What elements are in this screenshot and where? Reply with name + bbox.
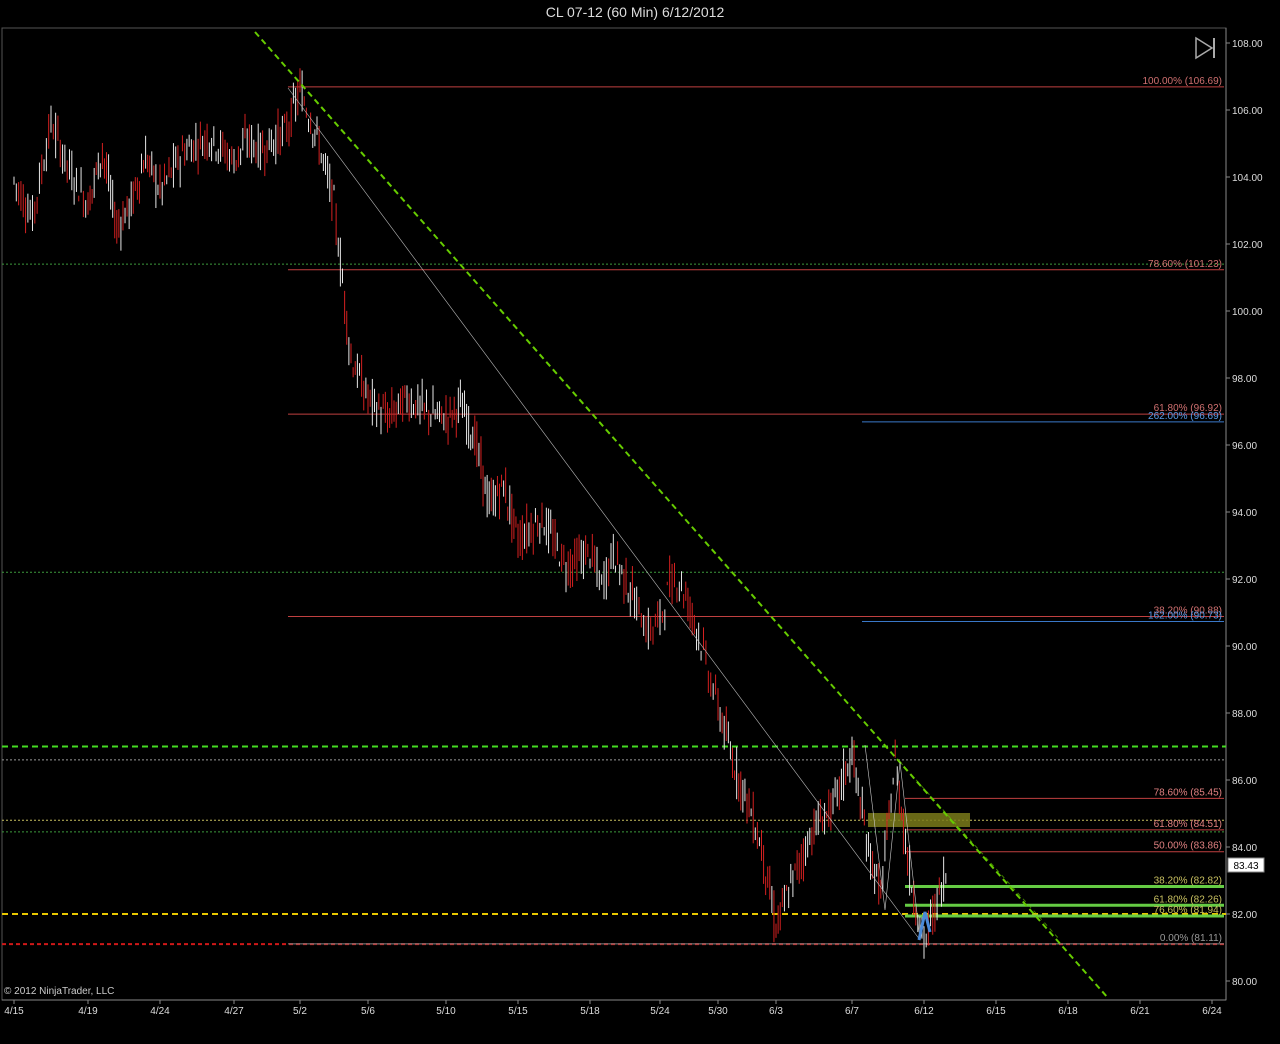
y-tick-label: 96.00 xyxy=(1232,441,1257,452)
fib-retracement-2-label: 61.80% (82.26) xyxy=(1154,894,1222,905)
x-tick-label: 5/15 xyxy=(508,1006,528,1017)
price-candles xyxy=(13,68,947,959)
y-tick-label: 108.00 xyxy=(1232,39,1263,50)
x-tick-label: 5/6 xyxy=(361,1006,375,1017)
y-tick-label: 80.00 xyxy=(1232,977,1257,988)
regression-line-thin xyxy=(287,87,921,941)
x-tick-label: 6/15 xyxy=(986,1006,1006,1017)
x-tick-label: 6/7 xyxy=(845,1006,859,1017)
fib-retracement-2-label: 0.00% (81.11) xyxy=(1160,933,1222,944)
downtrend-line-green xyxy=(254,31,1109,999)
x-tick-label: 6/12 xyxy=(914,1006,934,1017)
resistance-zone xyxy=(868,813,970,827)
fib-extension-label: 262.00% (96.69) xyxy=(1148,411,1222,422)
x-tick-label: 5/18 xyxy=(580,1006,600,1017)
x-tick-label: 4/24 xyxy=(150,1006,170,1017)
fib-retracement-2-label: 78.60% (85.45) xyxy=(1154,787,1222,798)
y-tick-label: 88.00 xyxy=(1232,709,1257,720)
last-price-label: 83.43 xyxy=(1233,861,1258,872)
y-tick-label: 84.00 xyxy=(1232,843,1257,854)
fib-retracement-2-label: 61.80% (84.51) xyxy=(1154,819,1222,830)
x-axis: 4/15 4/19 4/24 4/27 5/2 5/6 5/10 5/15 5/18 5/24 5/… xyxy=(4,1000,1222,1017)
y-tick-label: 100.00 xyxy=(1232,307,1263,318)
y-tick-label: 102.00 xyxy=(1232,240,1263,251)
fibonacci-levels: 100.00% (106.69)78.60% (101.23)61.80% (9… xyxy=(288,76,1224,945)
fib-retracement-2-label: 50.00% (83.86) xyxy=(1154,841,1222,852)
y-axis: 108.00 106.00 104.00 102.00 100.00 98.00 96.00… xyxy=(1226,39,1263,988)
fib-retracement-label: 78.60% (101.23) xyxy=(1148,259,1222,270)
x-tick-label: 4/19 xyxy=(78,1006,98,1017)
x-tick-label: 6/24 xyxy=(1202,1006,1222,1017)
horizontal-levels xyxy=(2,263,1226,946)
y-tick-label: 82.00 xyxy=(1232,910,1257,921)
chart-area[interactable]: 100.00% (106.69)78.60% (101.23)61.80% (9… xyxy=(0,0,1280,1044)
fib-retracement-label: 100.00% (106.69) xyxy=(1142,76,1222,87)
x-tick-label: 6/3 xyxy=(769,1006,783,1017)
x-tick-label: 4/27 xyxy=(224,1006,244,1017)
x-tick-label: 6/18 xyxy=(1058,1006,1078,1017)
x-tick-label: 5/24 xyxy=(650,1006,670,1017)
fib-retracement-2-label: 76.60% (81.94) xyxy=(1154,905,1222,916)
last-price-marker: 83.43 xyxy=(1227,857,1265,873)
x-tick-label: 6/21 xyxy=(1130,1006,1150,1017)
y-tick-label: 90.00 xyxy=(1232,642,1257,653)
skip-to-end-icon[interactable] xyxy=(1195,36,1215,60)
y-tick-label: 94.00 xyxy=(1232,508,1257,519)
x-tick-label: 5/30 xyxy=(708,1006,728,1017)
x-tick-label: 5/10 xyxy=(436,1006,456,1017)
y-tick-label: 92.00 xyxy=(1232,575,1257,586)
y-tick-label: 98.00 xyxy=(1232,374,1257,385)
y-tick-label: 86.00 xyxy=(1232,776,1257,787)
fib-retracement-2-label: 38.20% (82.82) xyxy=(1154,876,1222,887)
x-tick-label: 5/2 xyxy=(293,1006,307,1017)
y-tick-label: 106.00 xyxy=(1232,106,1263,117)
fib-extension-label: 162.00% (90.73) xyxy=(1148,611,1222,622)
y-tick-label: 104.00 xyxy=(1232,173,1263,184)
copyright-text: © 2012 NinjaTrader, LLC xyxy=(4,986,115,997)
x-tick-label: 4/15 xyxy=(4,1006,24,1017)
